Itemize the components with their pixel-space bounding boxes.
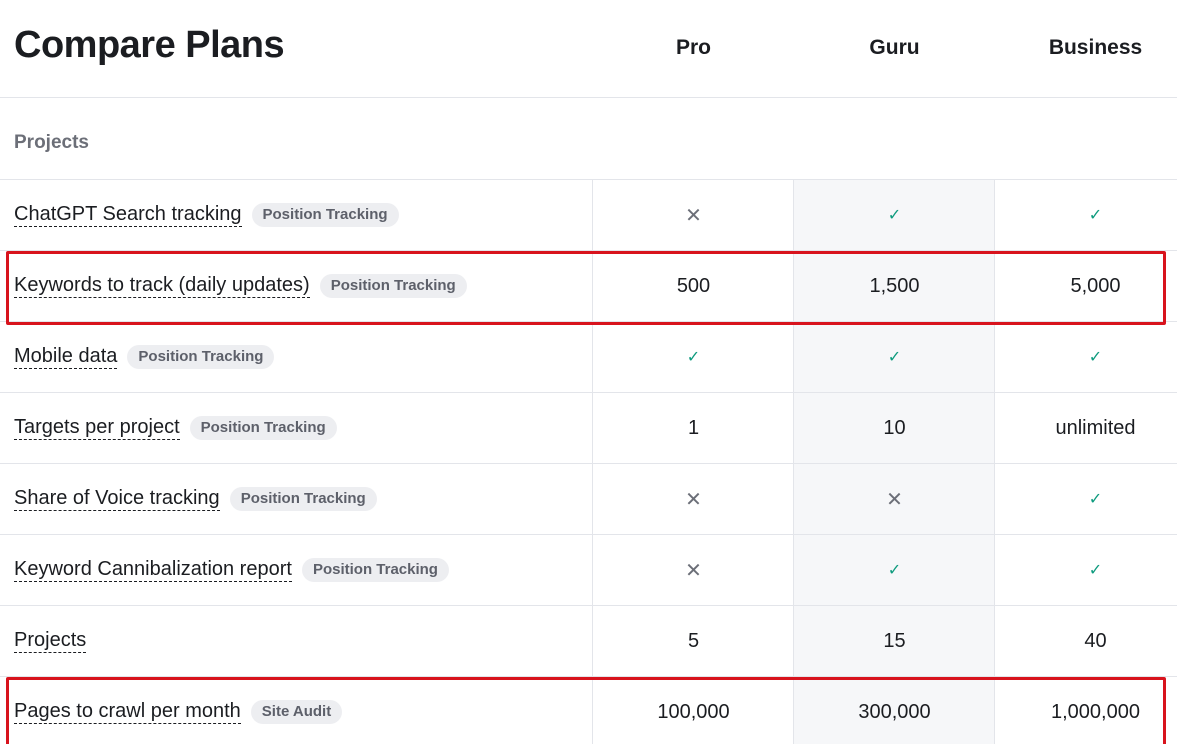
value-cell-guru: ✓ bbox=[794, 535, 995, 605]
section-header: Projects bbox=[0, 98, 1177, 180]
tool-tag: Position Tracking bbox=[319, 274, 467, 298]
table-header: Compare Plans Pro Guru Business bbox=[0, 0, 1177, 98]
check-icon: ✓ bbox=[1088, 562, 1103, 579]
check-icon: ✓ bbox=[1088, 349, 1103, 366]
table-row: Mobile data Position Tracking ✓ ✓ ✓ bbox=[0, 322, 1177, 393]
value-cell-guru: ✓ bbox=[794, 180, 995, 250]
check-icon: ✓ bbox=[1088, 491, 1103, 508]
check-icon: ✓ bbox=[887, 562, 902, 579]
tool-tag: Position Tracking bbox=[301, 558, 449, 582]
value-cell-guru: 10 bbox=[883, 416, 906, 439]
tool-tag: Position Tracking bbox=[229, 487, 377, 511]
section-title: Projects bbox=[14, 132, 89, 153]
table-row: Keyword Cannibalization report Position T… bbox=[0, 535, 1177, 606]
value-cell-pro: ✕ bbox=[593, 464, 794, 534]
feature-name-link[interactable]: Share of Voice tracking bbox=[14, 487, 220, 511]
feature-name-link[interactable]: Mobile data bbox=[14, 345, 118, 369]
plan-header-business: Business bbox=[1048, 36, 1143, 59]
feature-name-link[interactable]: Pages to crawl per month bbox=[14, 700, 241, 724]
feature-name-link[interactable]: Keyword Cannibalization report bbox=[14, 558, 292, 582]
check-icon: ✓ bbox=[686, 349, 701, 366]
plan-header-guru: Guru bbox=[869, 36, 920, 59]
tool-tag: Site Audit bbox=[250, 700, 343, 724]
value-cell-pro: 5 bbox=[687, 629, 700, 652]
feature-cell: Keyword Cannibalization report Position T… bbox=[14, 535, 449, 605]
check-icon: ✓ bbox=[1088, 207, 1103, 224]
feature-cell: Pages to crawl per month Site Audit bbox=[14, 677, 343, 744]
table-row: Pages to crawl per month Site Audit 100,00… bbox=[0, 677, 1177, 744]
value-cell-business: ✓ bbox=[995, 464, 1177, 534]
value-cell-business: ✓ bbox=[995, 322, 1177, 392]
table-row: ChatGPT Search tracking Position Tracking… bbox=[0, 180, 1177, 251]
feature-name-link[interactable]: Projects bbox=[14, 629, 87, 653]
plan-header-pro: Pro bbox=[675, 36, 711, 59]
table-row: Keywords to track (daily updates) Positio… bbox=[0, 251, 1177, 322]
cross-icon: ✕ bbox=[685, 488, 702, 511]
value-cell-pro: 100,000 bbox=[657, 700, 730, 723]
feature-cell: Mobile data Position Tracking bbox=[14, 322, 275, 392]
page-title: Compare Plans bbox=[14, 24, 285, 66]
value-cell-business: 5,000 bbox=[1070, 274, 1121, 297]
cross-icon: ✕ bbox=[685, 559, 702, 582]
value-cell-business: 40 bbox=[1084, 629, 1107, 652]
value-cell-guru: ✕ bbox=[794, 464, 995, 534]
table-row: Projects 5 15 40 bbox=[0, 606, 1177, 677]
tool-tag: Position Tracking bbox=[251, 203, 399, 227]
value-cell-business: ✓ bbox=[995, 535, 1177, 605]
value-cell-pro: 500 bbox=[676, 274, 711, 297]
value-cell-guru: 1,500 bbox=[869, 274, 920, 297]
value-cell-business: 1,000,000 bbox=[1051, 700, 1140, 723]
table-row: Targets per project Position Tracking 1 10 u… bbox=[0, 393, 1177, 464]
value-cell-guru: ✓ bbox=[794, 322, 995, 392]
value-cell-pro: ✓ bbox=[593, 322, 794, 392]
feature-cell: Projects bbox=[14, 606, 87, 676]
value-cell-pro: 1 bbox=[687, 416, 700, 439]
value-cell-guru: 300,000 bbox=[858, 700, 931, 723]
table-row: Share of Voice tracking Position Tracking… bbox=[0, 464, 1177, 535]
feature-cell: Share of Voice tracking Position Tracking bbox=[14, 464, 377, 534]
value-cell-pro: ✕ bbox=[593, 535, 794, 605]
value-cell-pro: ✕ bbox=[593, 180, 794, 250]
value-cell-business: unlimited bbox=[1055, 416, 1136, 439]
tool-tag: Position Tracking bbox=[127, 345, 275, 369]
value-cell-business: ✓ bbox=[995, 180, 1177, 250]
feature-name-link[interactable]: ChatGPT Search tracking bbox=[14, 203, 242, 227]
check-icon: ✓ bbox=[887, 349, 902, 366]
feature-name-link[interactable]: Targets per project bbox=[14, 416, 180, 440]
tool-tag: Position Tracking bbox=[189, 416, 337, 440]
feature-cell: Targets per project Position Tracking bbox=[14, 393, 337, 463]
check-icon: ✓ bbox=[887, 207, 902, 224]
cross-icon: ✕ bbox=[685, 204, 702, 227]
feature-cell: ChatGPT Search tracking Position Tracking bbox=[14, 180, 399, 250]
feature-cell: Keywords to track (daily updates) Positio… bbox=[14, 251, 467, 321]
value-cell-guru: 15 bbox=[883, 629, 906, 652]
feature-name-link[interactable]: Keywords to track (daily updates) bbox=[14, 274, 310, 298]
cross-icon: ✕ bbox=[886, 488, 903, 511]
